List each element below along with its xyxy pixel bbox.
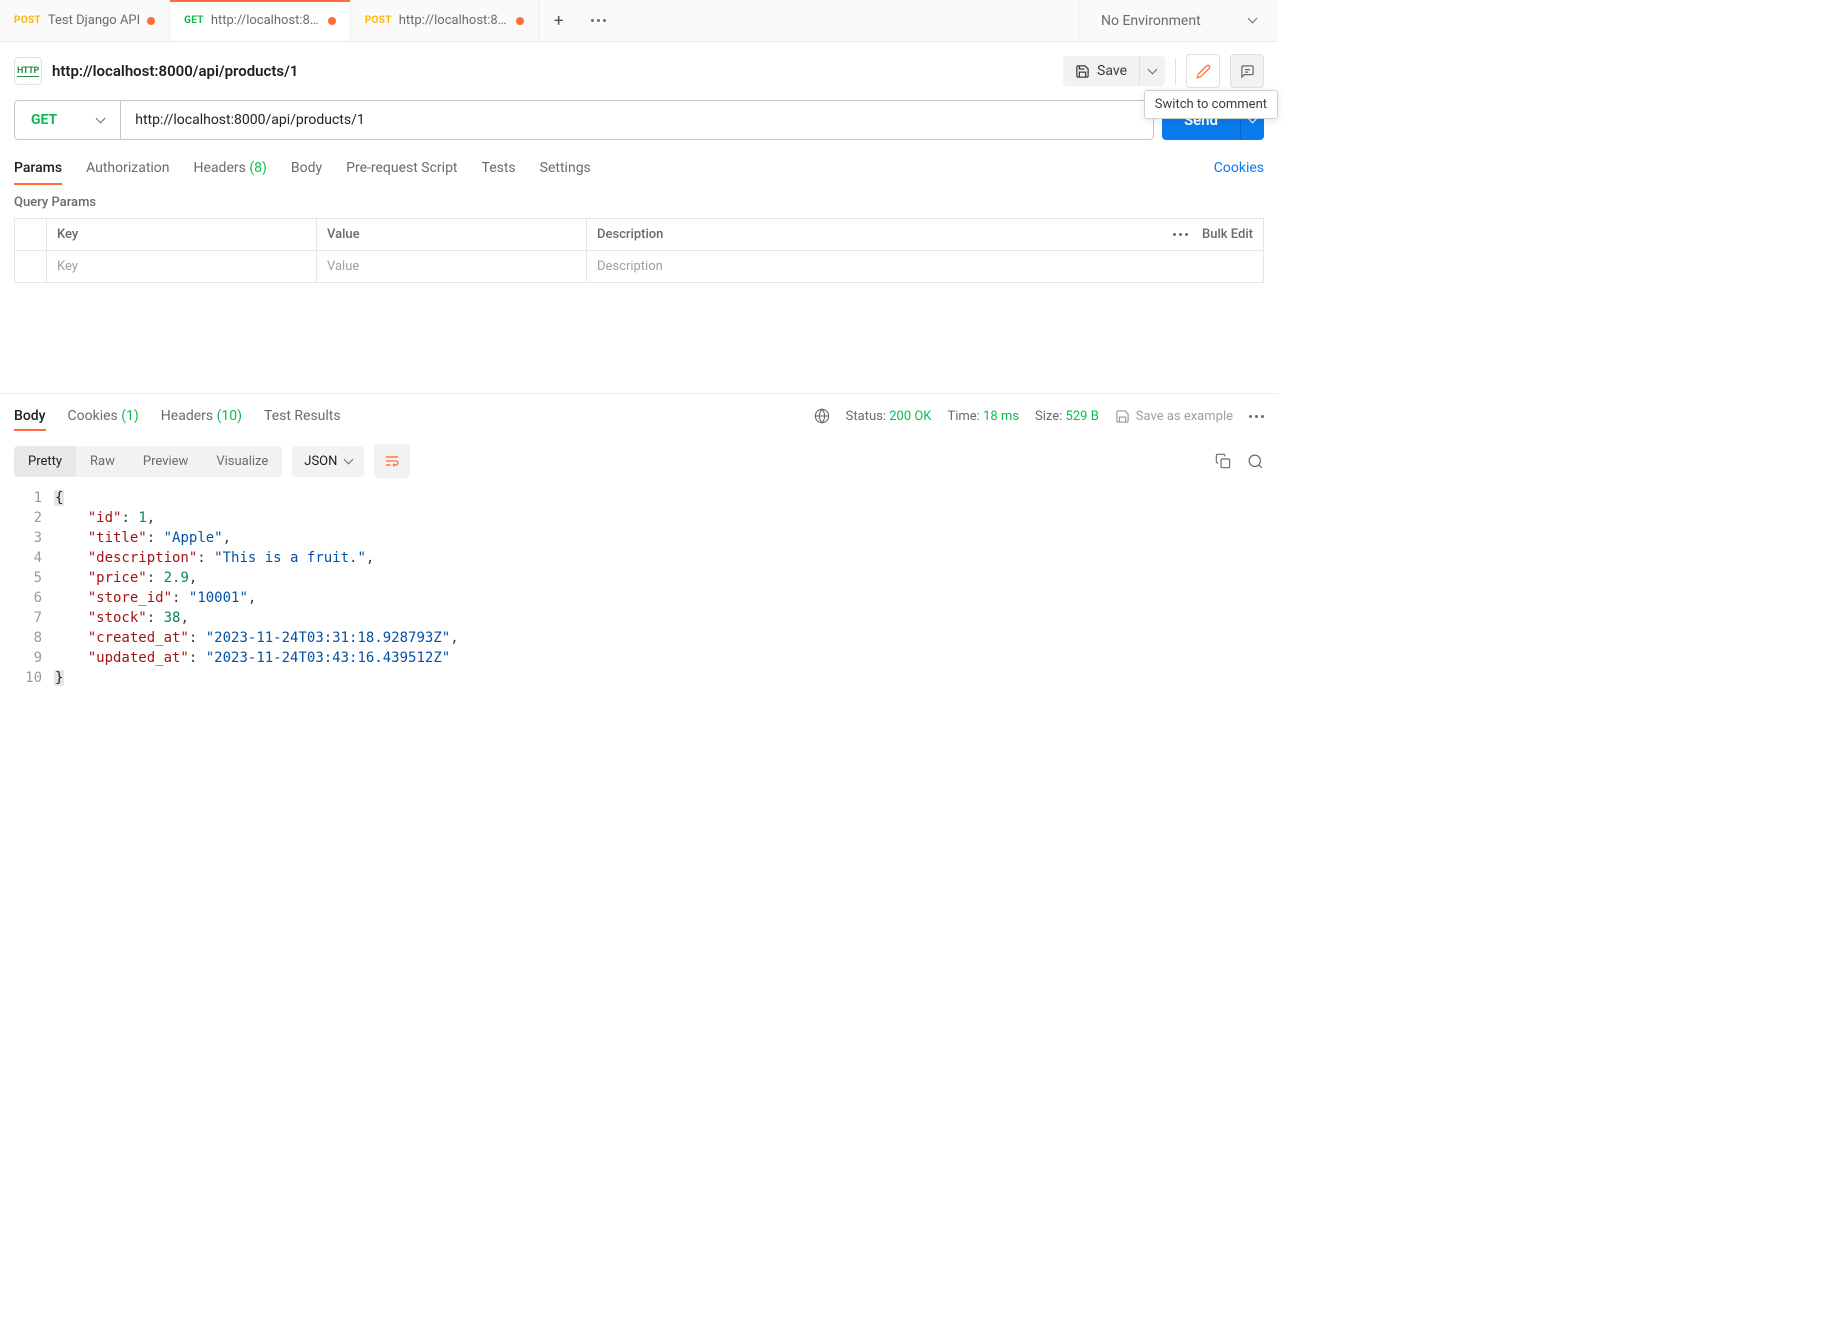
request-header: HTTP http://localhost:8000/api/products/… bbox=[0, 42, 1278, 100]
pencil-icon bbox=[1196, 64, 1211, 79]
code-line: "updated_at": "2023-11-24T03:43:16.43951… bbox=[54, 648, 1264, 668]
view-raw[interactable]: Raw bbox=[76, 446, 129, 477]
key-input[interactable]: Key bbox=[47, 250, 317, 282]
method-badge: GET bbox=[184, 15, 204, 26]
format-select[interactable]: JSON bbox=[292, 446, 364, 477]
resp-tab-headers[interactable]: Headers (10) bbox=[161, 402, 242, 430]
save-icon bbox=[1075, 64, 1090, 79]
url-input[interactable]: http://localhost:8000/api/products/1 bbox=[120, 100, 1154, 140]
request-tab[interactable]: POST http://localhost:8000, bbox=[351, 0, 539, 41]
tab-body[interactable]: Body bbox=[291, 152, 322, 184]
chevron-down-icon bbox=[344, 454, 354, 464]
status-meta: Status: 200 OK bbox=[846, 409, 932, 424]
copy-icon[interactable] bbox=[1215, 453, 1231, 469]
code-line: "stock": 38, bbox=[54, 608, 1264, 628]
tab-settings[interactable]: Settings bbox=[540, 152, 591, 184]
cookies-link[interactable]: Cookies bbox=[1214, 160, 1264, 176]
chevron-down-icon bbox=[96, 113, 106, 123]
resp-tab-cookies[interactable]: Cookies (1) bbox=[68, 402, 139, 430]
tab-tests[interactable]: Tests bbox=[482, 152, 516, 184]
column-key: Key bbox=[47, 219, 317, 250]
comment-icon bbox=[1240, 64, 1255, 79]
save-example-button[interactable]: Save as example bbox=[1115, 409, 1233, 424]
description-input[interactable]: Description bbox=[587, 250, 1263, 282]
tooltip: Switch to comment bbox=[1144, 90, 1278, 119]
code-line: "price": 2.9, bbox=[54, 568, 1264, 588]
environment-label: No Environment bbox=[1101, 13, 1201, 29]
unsaved-indicator bbox=[147, 17, 155, 25]
url-bar: GET http://localhost:8000/api/products/1… bbox=[0, 100, 1278, 152]
time-meta: Time: 18 ms bbox=[947, 409, 1019, 424]
table-row[interactable]: Key Value Description bbox=[15, 250, 1263, 282]
code-line: "store_id": "10001", bbox=[54, 588, 1264, 608]
tab-headers[interactable]: Headers (8) bbox=[194, 152, 267, 184]
request-title: http://localhost:8000/api/products/1 bbox=[52, 62, 298, 80]
column-description: Description Bulk Edit bbox=[587, 219, 1263, 250]
method-badge: POST bbox=[14, 15, 41, 26]
unsaved-indicator bbox=[328, 17, 336, 25]
tab-prerequest[interactable]: Pre-request Script bbox=[346, 152, 457, 184]
environment-selector[interactable]: No Environment bbox=[1078, 0, 1278, 41]
comment-button[interactable] bbox=[1230, 54, 1264, 88]
request-tabs: Params Authorization Headers (8) Body Pr… bbox=[0, 152, 1278, 185]
resp-tab-body[interactable]: Body bbox=[14, 402, 46, 430]
body-view-toolbar: Pretty Raw Preview Visualize JSON bbox=[0, 438, 1278, 484]
code-line: "title": "Apple", bbox=[54, 528, 1264, 548]
new-tab-button[interactable]: + bbox=[539, 11, 579, 31]
code-line: { bbox=[54, 488, 1264, 508]
chevron-down-icon bbox=[1248, 14, 1258, 24]
request-tab[interactable]: POST Test Django API bbox=[0, 0, 170, 41]
resp-tab-testresults[interactable]: Test Results bbox=[264, 402, 341, 430]
globe-icon[interactable] bbox=[814, 408, 830, 424]
save-dropdown[interactable] bbox=[1139, 56, 1165, 86]
size-meta: Size: 529 B bbox=[1035, 409, 1099, 424]
more-icon[interactable] bbox=[1249, 415, 1264, 418]
view-preview[interactable]: Preview bbox=[129, 446, 202, 477]
tabs-more-button[interactable] bbox=[579, 19, 619, 22]
params-table: Key Value Description Bulk Edit Key Valu… bbox=[14, 218, 1264, 283]
response-tabs: Body Cookies (1) Headers (10) Test Resul… bbox=[0, 394, 1278, 438]
code-line: "id": 1, bbox=[54, 508, 1264, 528]
tab-title: Test Django API bbox=[48, 13, 140, 28]
tab-authorization[interactable]: Authorization bbox=[86, 152, 169, 184]
tab-title: http://localhost:8000/a bbox=[211, 13, 321, 28]
edit-button[interactable] bbox=[1186, 54, 1220, 88]
save-button[interactable]: Save bbox=[1063, 56, 1139, 86]
tab-params[interactable]: Params bbox=[14, 152, 62, 184]
wrap-icon bbox=[384, 453, 400, 469]
bulk-edit-button[interactable]: Bulk Edit bbox=[1202, 227, 1253, 242]
save-icon bbox=[1115, 409, 1130, 424]
method-badge: POST bbox=[365, 15, 392, 26]
more-icon[interactable] bbox=[1173, 233, 1188, 236]
tabs-bar: POST Test Django API GET http://localhost:8… bbox=[0, 0, 1278, 42]
search-icon[interactable] bbox=[1247, 453, 1264, 470]
query-params-label: Query Params bbox=[0, 185, 1278, 218]
request-tab[interactable]: GET http://localhost:8000/a bbox=[170, 0, 351, 41]
column-value: Value bbox=[317, 219, 587, 250]
code-line: "created_at": "2023-11-24T03:31:18.92879… bbox=[54, 628, 1264, 648]
wrap-button[interactable] bbox=[374, 444, 410, 478]
value-input[interactable]: Value bbox=[317, 250, 587, 282]
response-body: 12345678910 { "id": 1, "title": "Apple",… bbox=[0, 484, 1278, 702]
view-visualize[interactable]: Visualize bbox=[202, 446, 282, 477]
http-icon: HTTP bbox=[14, 57, 42, 85]
view-pretty[interactable]: Pretty bbox=[14, 446, 76, 477]
body-view-toggle: Pretty Raw Preview Visualize bbox=[14, 446, 282, 477]
code-line: "description": "This is a fruit.", bbox=[54, 548, 1264, 568]
unsaved-indicator bbox=[516, 17, 524, 25]
chevron-down-icon bbox=[1148, 64, 1158, 74]
method-select[interactable]: GET bbox=[14, 100, 120, 140]
tab-title: http://localhost:8000, bbox=[399, 13, 509, 28]
code-line: } bbox=[54, 668, 1264, 688]
